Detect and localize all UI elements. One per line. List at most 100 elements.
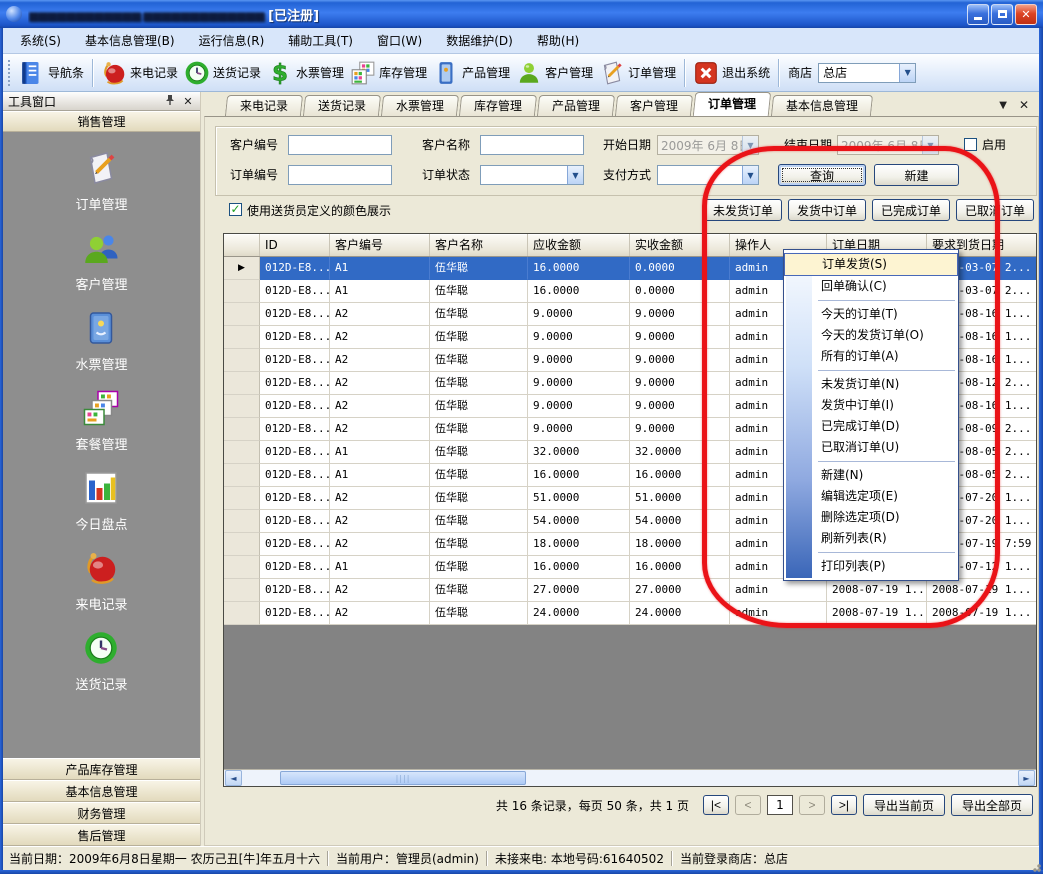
menu-item-打印列表(P)[interactable]: 打印列表(P) (784, 556, 958, 577)
scrollbar-thumb[interactable] (280, 771, 526, 785)
toolbar-button-bell[interactable]: 来电记录 (98, 58, 181, 88)
toolbar-button-book[interactable]: 导航条 (16, 58, 87, 88)
close-button[interactable]: ✕ (1015, 4, 1037, 25)
customer-no-input[interactable] (288, 135, 392, 155)
sidebar-section-财务管理[interactable]: 财务管理 (3, 802, 200, 824)
order-no-input[interactable] (288, 165, 392, 185)
sidebar-item-来电记录[interactable]: 来电记录 (75, 550, 127, 613)
close-panel-icon[interactable]: ✕ (181, 95, 195, 108)
sidebar-item-送货记录[interactable]: 送货记录 (75, 630, 127, 693)
row-selector[interactable] (224, 602, 260, 625)
delivery-color-checkbox[interactable] (229, 203, 242, 216)
tab-水票管理[interactable]: 水票管理 (381, 95, 459, 116)
sidebar-item-订单管理[interactable]: 订单管理 (75, 150, 127, 213)
row-selector[interactable] (224, 464, 260, 487)
sidebar-item-客户管理[interactable]: 客户管理 (75, 230, 127, 293)
menu-item-已完成订单(D)[interactable]: 已完成订单(D) (784, 416, 958, 437)
resize-grip[interactable] (1029, 860, 1041, 872)
menu-item-发货中订单(I)[interactable]: 发货中订单(I) (784, 395, 958, 416)
menu-item-未发货订单(N)[interactable]: 未发货订单(N) (784, 374, 958, 395)
sidebar-section-sales[interactable]: 销售管理 (3, 111, 200, 132)
last-page-button[interactable]: >| (831, 795, 857, 815)
menu-item-删除选定项(D)[interactable]: 删除选定项(D) (784, 507, 958, 528)
row-selector[interactable] (224, 510, 260, 533)
minimize-button[interactable] (967, 4, 989, 25)
table-row[interactable]: 012D-E8...A2伍华聪24.000024.0000admin2008-0… (224, 602, 1036, 625)
sidebar-section-售后管理[interactable]: 售后管理 (3, 824, 200, 846)
tab-客户管理[interactable]: 客户管理 (615, 95, 693, 116)
row-selector[interactable] (224, 395, 260, 418)
toolbar-button-clock[interactable]: 送货记录 (181, 58, 264, 88)
menubar-item[interactable]: 系统(S) (8, 28, 73, 53)
menu-item-所有的订单(A)[interactable]: 所有的订单(A) (784, 346, 958, 367)
tab-close-icon[interactable]: ✕ (1019, 98, 1029, 112)
menu-item-新建(N)[interactable]: 新建(N) (784, 465, 958, 486)
export-current-page-button[interactable]: 导出当前页 (863, 794, 945, 816)
next-page-button[interactable]: > (799, 795, 825, 815)
tab-订单管理[interactable]: 订单管理 (693, 92, 772, 116)
shop-select[interactable]: 总店▼ (818, 63, 916, 83)
tab-基本信息管理[interactable]: 基本信息管理 (771, 95, 873, 116)
grid-column-header-应收金额[interactable]: 应收金额 (528, 234, 630, 256)
menu-item-今天的发货订单(O)[interactable]: 今天的发货订单(O) (784, 325, 958, 346)
start-date-picker[interactable]: 2009年 6月 8日 ▼ (657, 135, 759, 155)
maximize-button[interactable] (991, 4, 1013, 25)
menu-item-今天的订单(T)[interactable]: 今天的订单(T) (784, 304, 958, 325)
status-filter-button-未发货订单[interactable]: 未发货订单 (704, 199, 782, 221)
enable-checkbox[interactable] (964, 138, 977, 151)
sidebar-section-产品库存管理[interactable]: 产品库存管理 (3, 758, 200, 780)
row-selector[interactable] (224, 441, 260, 464)
scroll-left-icon[interactable]: ◄ (225, 770, 242, 786)
grid-column-header-实收金额[interactable]: 实收金额 (630, 234, 730, 256)
menubar-item[interactable]: 数据维护(D) (434, 28, 525, 53)
row-selector[interactable] (224, 372, 260, 395)
row-selector[interactable] (224, 487, 260, 510)
sidebar-section-基本信息管理[interactable]: 基本信息管理 (3, 780, 200, 802)
sidebar-item-今日盘点[interactable]: 今日盘点 (75, 470, 127, 533)
new-button[interactable]: 新建 (874, 164, 959, 186)
row-selector[interactable] (224, 280, 260, 303)
menubar-item[interactable]: 辅助工具(T) (276, 28, 365, 53)
toolbar-button-exit[interactable]: 退出系统 (690, 58, 773, 88)
page-number-input[interactable]: 1 (767, 795, 793, 815)
menubar-item[interactable]: 帮助(H) (525, 28, 591, 53)
status-filter-button-已取消订单[interactable]: 已取消订单 (956, 199, 1034, 221)
menubar-item[interactable]: 基本信息管理(B) (73, 28, 187, 53)
pin-icon[interactable] (163, 94, 177, 108)
menubar-item[interactable]: 运行信息(R) (187, 28, 277, 53)
sidebar-item-水票管理[interactable]: 水票管理 (75, 310, 127, 373)
row-selector[interactable] (224, 349, 260, 372)
row-selector[interactable] (224, 533, 260, 556)
menu-item-已取消订单(U)[interactable]: 已取消订单(U) (784, 437, 958, 458)
menubar-item[interactable]: 窗口(W) (365, 28, 434, 53)
toolbar-button-dollar[interactable]: $水票管理 (264, 58, 347, 88)
customer-name-input[interactable] (480, 135, 584, 155)
status-filter-button-已完成订单[interactable]: 已完成订单 (872, 199, 950, 221)
grid-column-header-客户名称[interactable]: 客户名称 (430, 234, 528, 256)
horizontal-scrollbar[interactable]: ◄ ► (224, 769, 1036, 786)
export-all-pages-button[interactable]: 导出全部页 (951, 794, 1033, 816)
row-selector[interactable] (224, 579, 260, 602)
row-selector[interactable] (224, 556, 260, 579)
first-page-button[interactable]: |< (703, 795, 729, 815)
row-selector[interactable] (224, 418, 260, 441)
sidebar-item-套餐管理[interactable]: 套餐管理 (75, 390, 127, 453)
end-date-picker[interactable]: 2009年 6月 8日 ▼ (837, 135, 939, 155)
status-filter-button-发货中订单[interactable]: 发货中订单 (788, 199, 866, 221)
menu-item-刷新列表(R)[interactable]: 刷新列表(R) (784, 528, 958, 549)
tab-库存管理[interactable]: 库存管理 (459, 95, 537, 116)
menu-item-订单发货(S)[interactable]: 订单发货(S) (784, 253, 958, 276)
grid-column-header-ID[interactable]: ID (260, 234, 330, 256)
menu-item-编辑选定项(E)[interactable]: 编辑选定项(E) (784, 486, 958, 507)
table-row[interactable]: 012D-E8...A2伍华聪27.000027.0000admin2008-0… (224, 579, 1036, 602)
pay-method-select[interactable]: ▼ (657, 165, 759, 185)
toolbar-button-inventory[interactable]: 库存管理 (347, 58, 430, 88)
tab-来电记录[interactable]: 来电记录 (225, 95, 303, 116)
tab-送货记录[interactable]: 送货记录 (303, 95, 381, 116)
row-selector-arrow[interactable]: ▶ (224, 257, 260, 280)
row-selector[interactable] (224, 326, 260, 349)
query-button[interactable]: 查询 (778, 164, 866, 186)
prev-page-button[interactable]: < (735, 795, 761, 815)
grid-column-header-客户编号[interactable]: 客户编号 (330, 234, 430, 256)
toolbar-button-customer[interactable]: 客户管理 (513, 58, 596, 88)
